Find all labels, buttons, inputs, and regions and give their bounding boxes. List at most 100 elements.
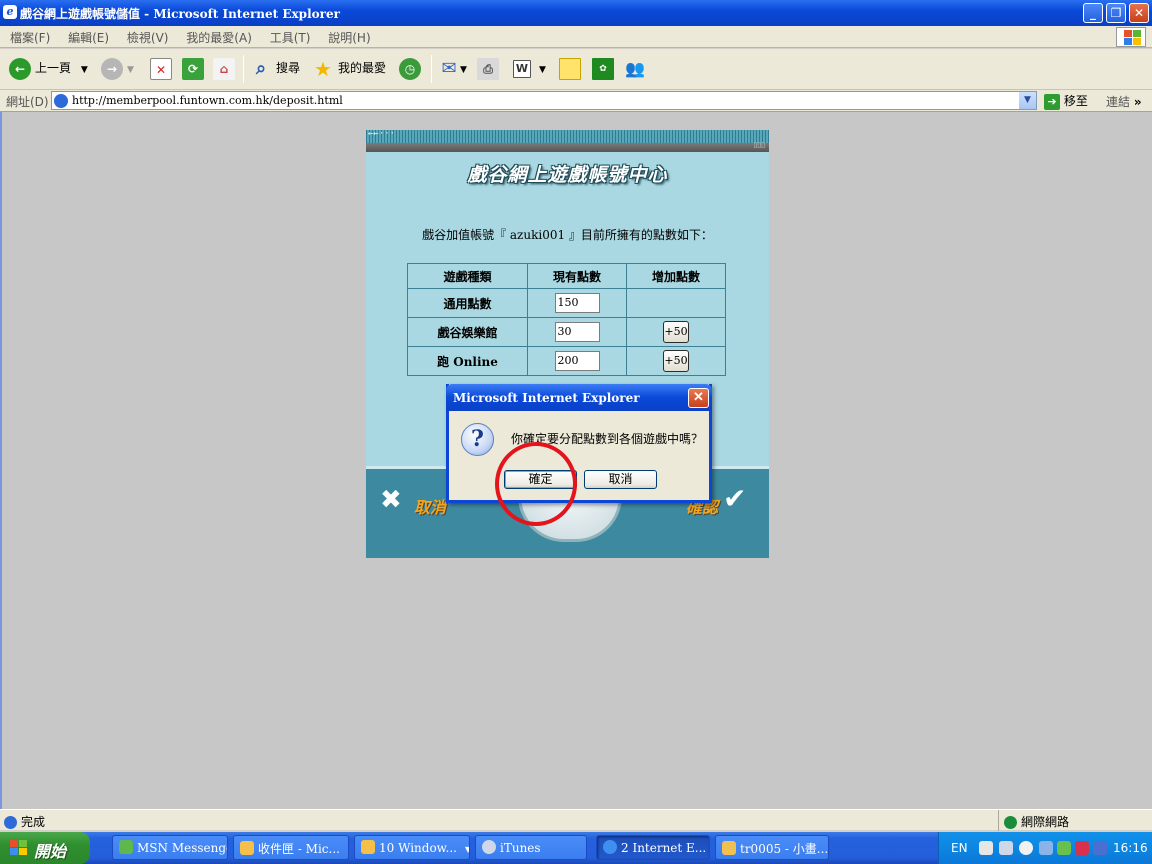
close-button[interactable]: ✕: [1129, 3, 1149, 23]
ie-icon: e: [3, 5, 17, 19]
points-table: 遊戲種類 現有點數 增加點數 通用點數 150 戲谷娛樂館 30 +50 跑 O…: [407, 263, 726, 376]
address-label: 網址(D): [6, 95, 49, 109]
search-button[interactable]: ⌕ 搜尋: [250, 57, 300, 80]
home-icon: ⌂: [213, 57, 235, 80]
header-add-points: 增加點數: [626, 263, 726, 289]
clock: 16:16: [1113, 841, 1148, 855]
toolbar-separator: [243, 55, 244, 83]
url-input[interactable]: http://memberpool.funtown.com.hk/deposit…: [51, 91, 1037, 110]
keyboard-icon[interactable]: [979, 841, 993, 855]
minimize-button[interactable]: _: [1083, 3, 1103, 23]
table-row: 通用點數 150: [407, 288, 726, 318]
header-current-points: 現有點數: [527, 263, 627, 289]
points-description: 戲谷加值帳號『 azuki001 』目前所擁有的點數如下：: [422, 228, 713, 242]
page-cancel-button[interactable]: 取消: [414, 494, 446, 518]
star-icon: ★: [314, 56, 332, 81]
go-button[interactable]: ➔ 移至: [1044, 92, 1088, 110]
favorites-button[interactable]: ★ 我的最愛: [312, 57, 386, 80]
forward-button[interactable]: → ▼: [101, 57, 134, 81]
game-name: 跑 Online: [407, 346, 528, 376]
stop-button[interactable]: ✕: [150, 57, 176, 80]
go-arrow-icon: ➔: [1044, 93, 1060, 110]
globe-icon: [1004, 816, 1017, 829]
links-button[interactable]: 連結 »: [1106, 93, 1142, 110]
table-row: 戲谷娛樂館 30 +50: [407, 317, 726, 347]
points-input[interactable]: 30: [554, 322, 600, 342]
history-button[interactable]: ◷: [399, 57, 425, 80]
url-dropdown-chevron-icon[interactable]: ▼: [1019, 92, 1036, 109]
red-highlight-circle: [495, 442, 577, 526]
messenger-tray-icon[interactable]: [1057, 841, 1071, 855]
menu-edit[interactable]: 編輯(E): [68, 31, 109, 45]
note-icon: [559, 57, 581, 80]
chevron-down-icon: ▼: [465, 845, 469, 854]
task-itunes[interactable]: iTunes: [475, 835, 587, 860]
messenger-people-icon: 👥: [625, 58, 645, 78]
menu-file[interactable]: 檔案(F): [10, 31, 50, 45]
window-titlebar: e 戲谷網上遊戲帳號儲值 - Microsoft Internet Explor…: [0, 0, 1152, 26]
note-button[interactable]: [559, 57, 585, 80]
refresh-button[interactable]: ⟳: [182, 57, 208, 80]
task-outlook[interactable]: 收件匣 - Mic...: [233, 835, 349, 860]
home-button[interactable]: ⌂: [213, 57, 239, 80]
forward-arrow-icon: →: [101, 57, 123, 80]
panel-top-stripe: ←←···: [366, 129, 769, 143]
task-paint[interactable]: tr0005 - 小畫...: [715, 835, 829, 860]
add-cell-empty: [626, 288, 726, 318]
print-button[interactable]: ⎙: [477, 57, 503, 80]
volume-icon[interactable]: [1093, 841, 1107, 855]
menu-favorites[interactable]: 我的最愛(A): [186, 31, 252, 45]
windows-logo-icon: [1116, 27, 1146, 47]
panel-grey-bar: ▯▯▯: [366, 141, 769, 152]
refresh-icon: ⟳: [182, 57, 204, 80]
status-text-area: 完成: [4, 813, 45, 830]
add-50-button[interactable]: +50: [663, 350, 689, 372]
icq-button[interactable]: ✿: [592, 57, 618, 80]
dialog-cancel-button[interactable]: 取消: [584, 470, 657, 489]
search-icon: ⌕: [255, 57, 267, 79]
header-game-type: 遊戲種類: [407, 263, 528, 289]
stop-icon: ✕: [150, 57, 172, 80]
chevron-down-icon: ▼: [539, 65, 546, 75]
printer-icon: ⎙: [477, 57, 499, 80]
points-input[interactable]: 150: [554, 293, 600, 313]
mail-button[interactable]: ✉ ▼: [438, 57, 467, 81]
restore-button[interactable]: ❐: [1106, 3, 1126, 23]
cancel-x-icon[interactable]: ✖: [380, 485, 402, 515]
edit-word-button[interactable]: W ▼: [513, 57, 546, 81]
messenger-button[interactable]: 👥: [624, 57, 650, 80]
menu-tools[interactable]: 工具(T): [270, 31, 311, 45]
chevron-down-icon: ▼: [127, 65, 134, 75]
history-icon: ◷: [399, 57, 421, 80]
language-indicator[interactable]: EN: [951, 841, 968, 855]
network-icon[interactable]: [1039, 841, 1053, 855]
word-icon: W: [513, 59, 531, 78]
toolbar-separator: [431, 55, 432, 83]
task-internet-explorer-group[interactable]: 2 Internet E...▼: [596, 835, 710, 860]
menu-help[interactable]: 說明(H): [328, 31, 370, 45]
tray-arrow-icon[interactable]: [1019, 841, 1033, 855]
tray-app-icon[interactable]: [999, 841, 1013, 855]
standard-toolbar: ← 上一頁 ▼ → ▼ ✕ ⟳ ⌂ ⌕ 搜尋 ★ 我的最愛 ◷ ✉ ▼ ⎙ W ▼ ✿ 👥: [0, 49, 1152, 90]
start-button[interactable]: 開始: [0, 832, 90, 864]
back-button[interactable]: ← 上一頁 ▼: [9, 57, 88, 81]
dialog-title: Microsoft Internet Explorer: [453, 391, 640, 405]
taskbar: 開始 MSN Messenger 收件匣 - Mic... 10 Window.…: [0, 832, 1152, 864]
url-text: http://memberpool.funtown.com.hk/deposit…: [72, 94, 343, 107]
media-tray-icon[interactable]: [1075, 841, 1089, 855]
chevron-down-icon: ▼: [460, 65, 467, 75]
windows-flag-icon: [10, 840, 27, 855]
points-input[interactable]: 200: [554, 351, 600, 371]
menu-view[interactable]: 檢視(V): [127, 31, 169, 45]
confirm-check-icon[interactable]: ✔: [723, 482, 746, 515]
page-done-icon: [4, 816, 17, 829]
game-name: 通用點數: [407, 288, 528, 318]
table-row: 跑 Online 200 +50: [407, 346, 726, 376]
task-explorer-group[interactable]: 10 Window...▼: [354, 835, 470, 860]
game-name: 戲谷娛樂館: [407, 317, 528, 347]
task-msn[interactable]: MSN Messenger: [112, 835, 228, 860]
add-50-button[interactable]: +50: [663, 321, 689, 343]
dialog-close-button[interactable]: ✕: [688, 388, 709, 408]
back-arrow-icon: ←: [9, 57, 31, 80]
system-tray: EN 16:16: [938, 832, 1152, 864]
